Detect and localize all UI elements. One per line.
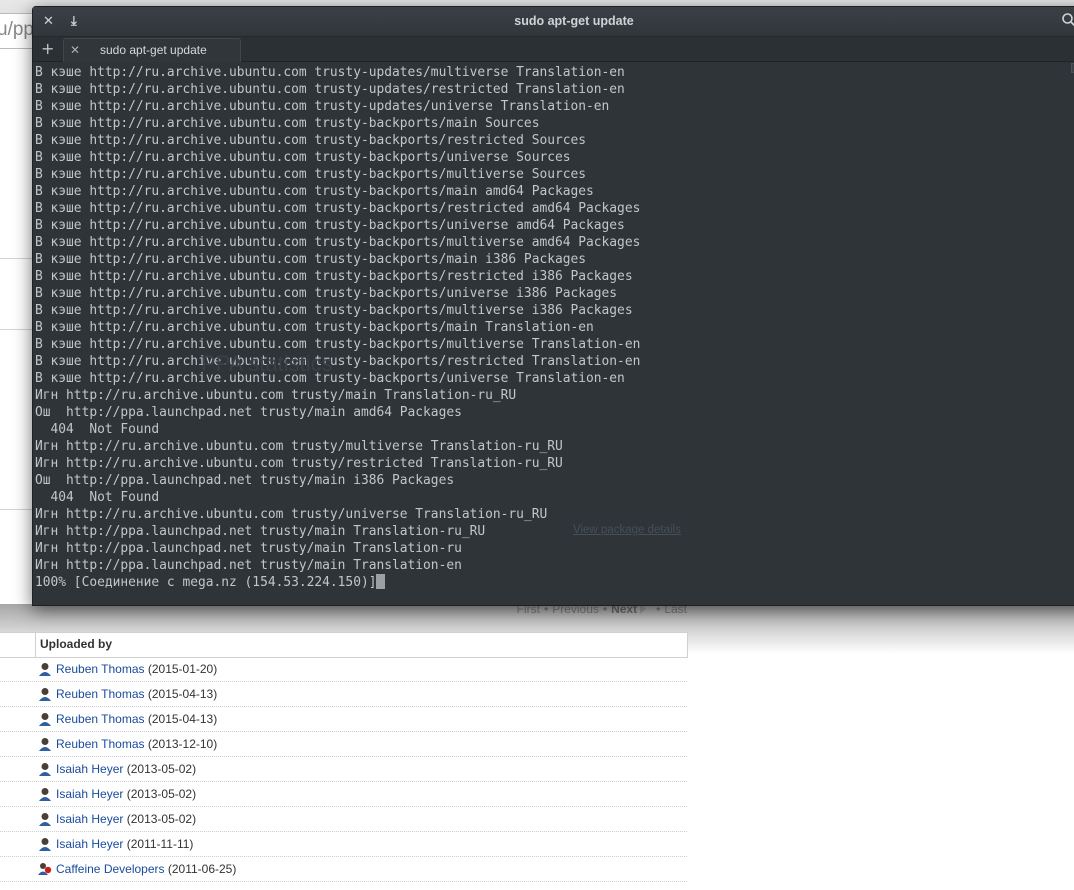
terminal-line: В кэше http://ru.archive.ubuntu.com trus… — [35, 133, 587, 148]
terminal-line: В кэше http://ru.archive.ubuntu.com trus… — [35, 303, 633, 318]
terminal-line: Игн http://ru.archive.ubuntu.com trusty/… — [35, 456, 563, 471]
person-icon — [39, 738, 51, 751]
upload-date: (2011-11-11) — [126, 837, 194, 851]
upload-date: (2015-04-13) — [147, 687, 218, 701]
upload-date: (2013-05-02) — [126, 762, 197, 776]
person-icon — [39, 838, 51, 851]
terminal-line: В кэше http://ru.archive.ubuntu.com trus… — [35, 99, 610, 114]
terminal-line: Игн http://ru.archive.ubuntu.com trusty/… — [35, 439, 563, 454]
window-title: sudo apt-get update — [514, 14, 634, 28]
uploader-link[interactable]: Reuben Thomas — [56, 712, 145, 726]
uploader-cell: Caffeine Developers (2011-06-25) — [56, 857, 236, 881]
table-row: Isaiah Heyer (2013-05-02) — [0, 757, 687, 782]
uploader-link[interactable]: Reuben Thomas — [56, 662, 145, 676]
table-row: Isaiah Heyer (2011-11-11) — [0, 832, 687, 857]
terminal-line: В кэше http://ru.archive.ubuntu.com trus… — [35, 269, 633, 284]
uploader-cell: Isaiah Heyer (2013-05-02) — [56, 807, 196, 831]
tab-sudo-apt-get-update[interactable]: ✕ sudo apt-get update — [63, 38, 241, 62]
uploader-cell: Reuben Thomas (2015-04-13) — [56, 682, 217, 706]
terminal-line: Игн http://ppa.launchpad.net trusty/main… — [35, 541, 462, 556]
terminal-line: Ош http://ppa.launchpad.net trusty/main … — [35, 473, 455, 488]
terminal-line: В кэше http://ru.archive.ubuntu.com trus… — [35, 82, 625, 97]
terminal-cursor — [376, 574, 386, 589]
terminal-line: Игн http://ppa.launchpad.net trusty/main… — [35, 524, 486, 539]
terminal-output[interactable]: В кэше http://ru.archive.ubuntu.com trus… — [33, 62, 1073, 602]
progress-text: 100% [Соединение с mega.nz (154.53.224.1… — [35, 575, 377, 590]
table-row: Isaiah Heyer (2013-05-02) — [0, 782, 687, 807]
person-icon — [39, 713, 51, 726]
terminal-line: В кэше http://ru.archive.ubuntu.com trus… — [35, 286, 618, 301]
divider — [0, 509, 34, 510]
terminal-line: В кэше http://ru.archive.ubuntu.com trus… — [35, 354, 641, 369]
divider — [0, 258, 34, 259]
uploads-table: Reuben Thomas (2015-01-20) Reuben Thomas … — [0, 657, 687, 882]
terminal-line: Игн http://ru.archive.ubuntu.com trusty/… — [35, 388, 517, 403]
terminal-line: Игн http://ppa.launchpad.net trusty/main… — [35, 558, 462, 573]
new-tab-button[interactable]: + — [41, 39, 54, 58]
terminal-line: В кэше http://ru.archive.ubuntu.com trus… — [35, 116, 540, 131]
uploader-cell: Reuben Thomas (2013-12-10) — [56, 732, 217, 756]
person-icon — [39, 788, 51, 801]
terminal-line: Игн http://ru.archive.ubuntu.com trusty/… — [35, 507, 548, 522]
divider — [0, 329, 34, 330]
terminal-line: 404 Not Found — [35, 490, 160, 505]
team-icon — [38, 863, 52, 875]
terminal-line: В кэше http://ru.archive.ubuntu.com trus… — [35, 218, 625, 233]
terminal-window: ✕ ⤓ sudo apt-get update + ✕ sudo apt-get… — [32, 6, 1074, 606]
upload-date: (2013-05-02) — [126, 812, 197, 826]
uploader-link[interactable]: Isaiah Heyer — [56, 787, 123, 801]
terminal-line: Ош http://ppa.launchpad.net trusty/main … — [35, 405, 462, 420]
close-tab-icon[interactable]: ✕ — [70, 43, 80, 57]
uploader-link[interactable]: Isaiah Heyer — [56, 812, 123, 826]
table-row: Caffeine Developers (2011-06-25) — [0, 857, 687, 882]
tab-label: sudo apt-get update — [100, 43, 207, 57]
uploader-link[interactable]: Reuben Thomas — [56, 737, 145, 751]
terminal-line: В кэше http://ru.archive.ubuntu.com trus… — [35, 371, 625, 386]
uploader-link[interactable]: Isaiah Heyer — [56, 837, 123, 851]
upload-date: (2013-12-10) — [147, 737, 218, 751]
terminal-titlebar[interactable]: ✕ ⤓ sudo apt-get update — [33, 7, 1074, 37]
terminal-line: В кэше http://ru.archive.ubuntu.com trus… — [35, 65, 625, 80]
upload-date: (2015-04-13) — [147, 712, 218, 726]
terminal-line: В кэше http://ru.archive.ubuntu.com trus… — [35, 337, 641, 352]
table-row: Reuben Thomas (2015-01-20) — [0, 657, 687, 682]
terminal-line: В кэше http://ru.archive.ubuntu.com trus… — [35, 150, 571, 165]
column-header-uploaded-by[interactable]: Uploaded by — [40, 637, 112, 651]
uploader-link[interactable]: Caffeine Developers — [56, 862, 165, 876]
terminal-line: В кэше http://ru.archive.ubuntu.com trus… — [35, 184, 594, 199]
terminal-line: В кэше http://ru.archive.ubuntu.com trus… — [35, 201, 641, 216]
uploader-cell: Reuben Thomas (2015-01-20) — [56, 657, 217, 681]
uploader-cell: Reuben Thomas (2015-04-13) — [56, 707, 217, 731]
upload-date: (2015-01-20) — [147, 662, 218, 676]
terminal-tab-bar: + ✕ sudo apt-get update — [33, 37, 1074, 62]
person-icon — [39, 763, 51, 776]
person-icon — [39, 663, 51, 676]
upload-date: (2011-06-25) — [167, 862, 237, 876]
terminal-line: 404 Not Found — [35, 422, 160, 437]
terminal-line: В кэше http://ru.archive.ubuntu.com trus… — [35, 235, 641, 250]
uploader-link[interactable]: Reuben Thomas — [56, 687, 145, 701]
table-header: Uploaded by — [0, 632, 688, 658]
table-row: Reuben Thomas (2015-04-13) — [0, 682, 687, 707]
upload-date: (2013-05-02) — [126, 787, 197, 801]
terminal-line: В кэше http://ru.archive.ubuntu.com trus… — [35, 320, 594, 335]
uploader-cell: Isaiah Heyer (2011-11-11) — [56, 832, 193, 856]
terminal-line: В кэше http://ru.archive.ubuntu.com trus… — [35, 167, 587, 182]
terminal-progress-line: 100% [Соединение с mega.nz (154.53.224.1… — [35, 574, 1073, 591]
terminal-line: В кэше http://ru.archive.ubuntu.com trus… — [35, 252, 587, 267]
column-divider — [35, 633, 36, 657]
uploader-cell: Isaiah Heyer (2013-05-02) — [56, 782, 196, 806]
person-icon — [39, 813, 51, 826]
uploader-link[interactable]: Isaiah Heyer — [56, 762, 123, 776]
table-row: Reuben Thomas (2015-04-13) — [0, 707, 687, 732]
uploader-cell: Isaiah Heyer (2013-05-02) — [56, 757, 196, 781]
table-row: Reuben Thomas (2013-12-10) — [0, 732, 687, 757]
person-icon — [39, 688, 51, 701]
table-row: Isaiah Heyer (2013-05-02) — [0, 807, 687, 832]
search-icon[interactable] — [1061, 12, 1074, 28]
